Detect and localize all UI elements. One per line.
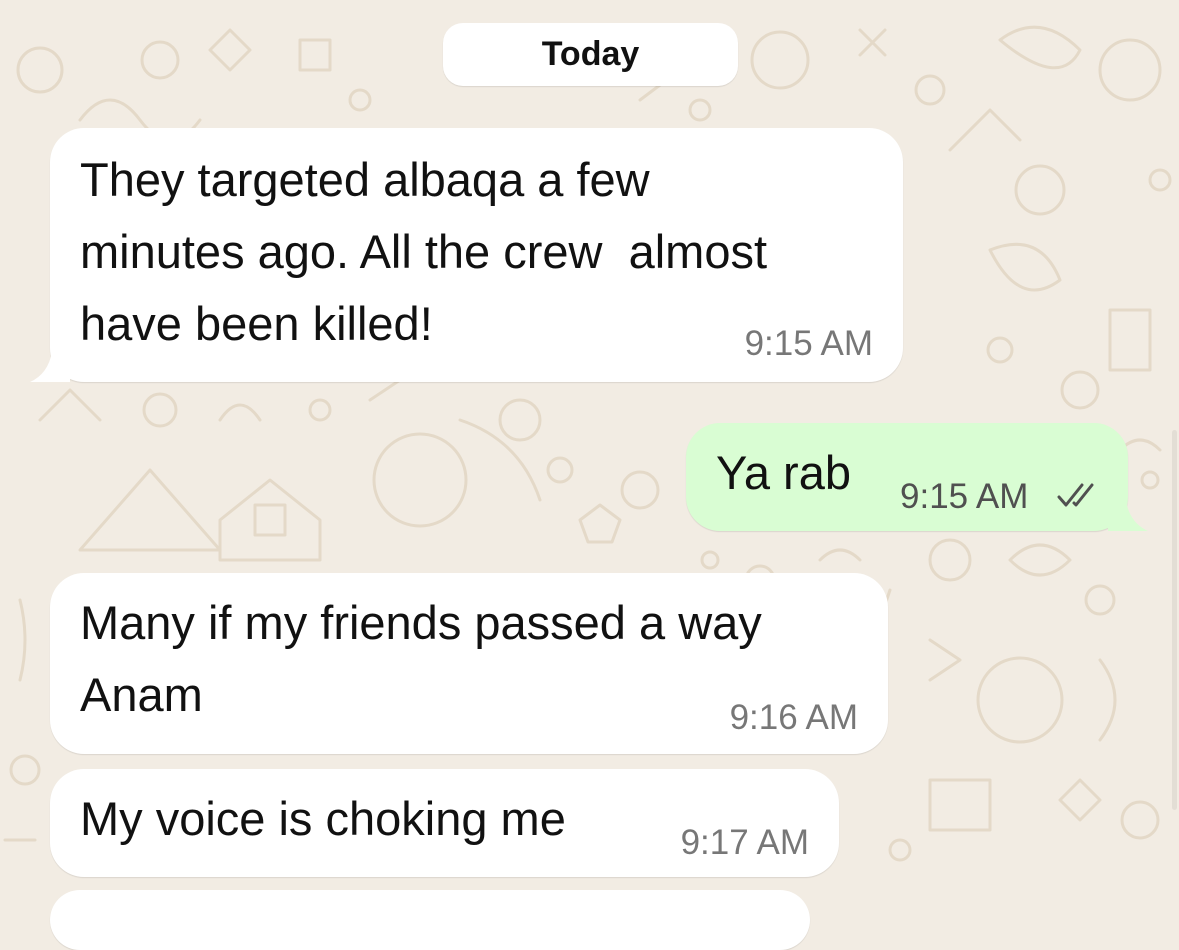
scrollbar[interactable] [1172, 430, 1177, 810]
bubble-tail [30, 352, 70, 382]
message-timestamp: 9:17 AM [680, 823, 809, 862]
message-timestamp: 9:16 AM [729, 698, 858, 737]
bubble-tail [1108, 501, 1148, 531]
message-text: Many if my friends passed a way Anam [80, 596, 762, 721]
message-timestamp: 9:15 AM [744, 324, 873, 363]
message-bubble-partial[interactable] [50, 890, 810, 950]
date-divider: Today [443, 23, 738, 86]
message-bubble-incoming[interactable]: Many if my friends passed a way Anam 9:1… [50, 573, 888, 754]
message-text: Ya rab [716, 446, 851, 499]
message-text: They targeted albaqa a few minutes ago. … [80, 153, 768, 350]
message-text: My voice is choking me [80, 792, 566, 845]
double-check-read-icon [1057, 483, 1094, 507]
message-bubble-incoming[interactable]: My voice is choking me 9:17 AM [50, 769, 839, 877]
message-timestamp: 9:15 AM [900, 477, 1029, 516]
message-bubble-incoming[interactable]: They targeted albaqa a few minutes ago. … [30, 128, 903, 382]
message-bubble-outgoing[interactable]: Ya rab 9:15 AM [686, 423, 1148, 531]
